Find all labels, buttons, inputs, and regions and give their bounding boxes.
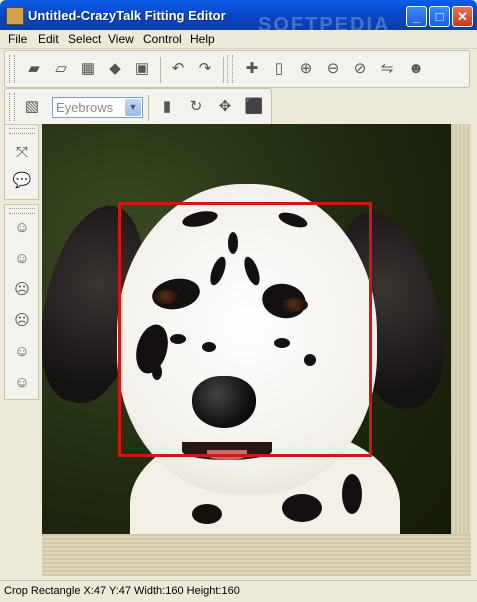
book-icon[interactable]: ▮ <box>156 96 178 118</box>
toolbar-grip[interactable] <box>227 55 233 83</box>
face-neutral-icon[interactable]: ☺ <box>11 217 33 239</box>
status-text: Crop Rectangle X:47 Y:47 Width:160 Heigh… <box>4 585 240 597</box>
toolbar-grip[interactable] <box>9 93 15 121</box>
chevron-down-icon[interactable]: ▼ <box>125 99 141 116</box>
menu-select[interactable]: Select <box>68 32 101 46</box>
export-icon[interactable]: ◆ <box>104 58 126 80</box>
menu-help[interactable]: Help <box>190 32 215 46</box>
main-toolbar: ▰ ▱ ▦ ◆ ▣ ↶ ↷ ✚ ▯ ⊕ ⊖ ⊘ ⇋ ☻ <box>4 50 470 88</box>
panel-grip[interactable] <box>9 208 35 214</box>
face-scared-icon[interactable]: ☺ <box>11 372 33 394</box>
spot <box>192 504 222 524</box>
speech-icon[interactable]: 💬 <box>11 170 33 192</box>
close-button[interactable]: ✕ <box>452 6 473 27</box>
mode-toolbar: ▧ Eyebrows ▼ ▮ ↻ ✥ ⬛ <box>4 88 272 126</box>
app-icon <box>6 7 24 25</box>
left-sidebar: ⤧ 💬 ☺ ☺ ☹ ☹ ☺ ☺ <box>4 124 39 576</box>
save-icon[interactable]: ▦ <box>77 58 99 80</box>
face-icon[interactable]: ☻ <box>405 58 427 80</box>
maximize-button[interactable]: □ <box>429 6 450 27</box>
face-angry-icon[interactable]: ☹ <box>11 310 33 332</box>
zoom-in-icon[interactable]: ⊕ <box>295 58 317 80</box>
window-title: Untitled-CrazyTalk Fitting Editor <box>28 8 226 23</box>
spot <box>342 474 362 514</box>
menu-view[interactable]: View <box>108 32 134 46</box>
face-happy-icon[interactable]: ☺ <box>11 248 33 270</box>
face-surprised-icon[interactable]: ☺ <box>11 341 33 363</box>
menu-file[interactable]: File <box>8 32 27 46</box>
title-bar: Untitled-CrazyTalk Fitting Editor SOFTPE… <box>0 0 477 36</box>
menu-bar: File Edit Select View Control Help <box>0 30 477 49</box>
mirror-icon[interactable]: ⇋ <box>376 58 398 80</box>
canvas-border-right <box>451 124 471 576</box>
add-point-icon[interactable]: ✚ <box>241 58 263 80</box>
new-icon[interactable]: ▰ <box>23 58 45 80</box>
panel-grip[interactable] <box>9 128 35 134</box>
menu-edit[interactable]: Edit <box>38 32 59 46</box>
open-icon[interactable]: ▱ <box>50 58 72 80</box>
toolbar-grip[interactable] <box>9 55 15 83</box>
zoom-out-icon[interactable]: ⊖ <box>322 58 344 80</box>
mode-select-value: Eyebrows <box>56 100 114 115</box>
photo-canvas[interactable] <box>42 124 451 534</box>
undo-icon[interactable]: ↶ <box>167 58 189 80</box>
expression-panel: ☺ ☺ ☹ ☹ ☺ ☺ <box>4 204 39 400</box>
status-bar: Crop Rectangle X:47 Y:47 Width:160 Heigh… <box>0 580 477 602</box>
mode-icon[interactable]: ▧ <box>21 96 43 118</box>
spot <box>282 494 322 522</box>
canvas-border-bottom <box>42 534 471 576</box>
minimize-button[interactable]: _ <box>406 6 427 27</box>
rotate-icon[interactable]: ↻ <box>185 96 207 118</box>
zoom-fit-icon[interactable]: ⊘ <box>349 58 371 80</box>
face-sad-icon[interactable]: ☹ <box>11 279 33 301</box>
scale-icon[interactable]: ⬛ <box>243 96 265 118</box>
tool-panel: ⤧ 💬 <box>4 124 39 200</box>
arrange-icon[interactable]: ⤧ <box>11 142 33 164</box>
move-icon[interactable]: ✥ <box>214 96 236 118</box>
page-icon[interactable]: ▯ <box>268 58 290 80</box>
redo-icon[interactable]: ↷ <box>194 58 216 80</box>
toolbar-separator <box>148 95 149 121</box>
crop-rectangle[interactable] <box>118 202 372 457</box>
mode-select[interactable]: Eyebrows ▼ <box>52 97 143 118</box>
menu-control[interactable]: Control <box>143 32 182 46</box>
toolbar-separator <box>160 57 161 83</box>
toolbar-separator <box>223 57 224 83</box>
exit-icon[interactable]: ▣ <box>131 58 153 80</box>
